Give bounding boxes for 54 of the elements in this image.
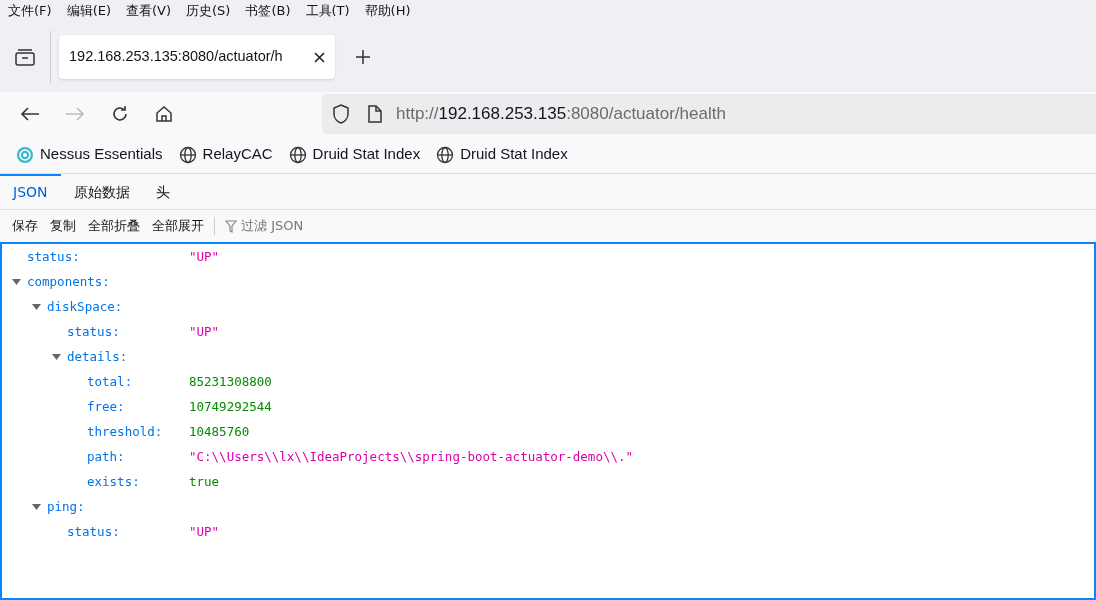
- shield-icon[interactable]: [332, 104, 350, 124]
- back-icon[interactable]: [20, 106, 40, 122]
- json-key: exists:: [87, 473, 140, 492]
- address-bar[interactable]: http://192.168.253.135:8080/actuator/health: [322, 94, 1096, 134]
- json-key: path:: [87, 448, 125, 467]
- menu-item[interactable]: 书签(B): [245, 1, 291, 21]
- bookmark[interactable]: Druid Stat Index: [288, 143, 421, 166]
- scanner-logo-icon: [16, 145, 34, 164]
- globe-icon: [178, 145, 197, 164]
- json-value: "UP": [189, 248, 220, 267]
- json-key: total:: [87, 373, 133, 392]
- json-value: 10749292544: [189, 398, 272, 417]
- menu-item[interactable]: 帮助(H): [364, 1, 411, 21]
- toolbar-button[interactable]: 全部折叠: [82, 216, 146, 236]
- json-value: true: [189, 473, 220, 492]
- json-key: status:: [67, 523, 120, 542]
- close-icon[interactable]: [314, 51, 325, 63]
- browser-tab[interactable]: 192.168.253.135:8080/actuator/h: [59, 35, 335, 79]
- bookmark[interactable]: Druid Stat Index: [436, 143, 568, 166]
- viewer-tab[interactable]: 原始数据: [60, 174, 143, 209]
- menu-item[interactable]: 文件(F): [8, 1, 52, 21]
- viewer-tab[interactable]: 头: [142, 174, 183, 209]
- json-key: ping:: [47, 498, 85, 517]
- json-key: diskSpace:: [47, 298, 123, 317]
- home-icon[interactable]: [154, 104, 174, 124]
- menu-item[interactable]: 编辑(E): [66, 1, 111, 21]
- filter-icon: [225, 219, 237, 233]
- json-key: status:: [27, 248, 80, 267]
- menu-item[interactable]: 查看(V): [126, 1, 172, 21]
- globe-icon: [288, 145, 307, 164]
- json-value: 10485760: [189, 423, 250, 442]
- toolbar-button[interactable]: 全部展开: [146, 216, 210, 236]
- json-value: "UP": [189, 523, 220, 542]
- json-key: status:: [67, 323, 120, 342]
- menu-item[interactable]: 历史(S): [186, 1, 231, 21]
- menu-item[interactable]: 工具(T): [305, 1, 350, 21]
- filter-field[interactable]: 过滤 JSON: [241, 216, 441, 236]
- json-value: "C:\\Users\\lx\\IdeaProjects\\spring-boot-actuator-demo\\.": [189, 448, 633, 467]
- tab-title: 192.168.253.135:8080/actuator/h: [69, 47, 284, 67]
- page-icon: [367, 105, 382, 123]
- json-value: "UP": [189, 323, 220, 342]
- json-value: 85231308800: [189, 373, 272, 392]
- bookmark[interactable]: Nessus Essentials: [16, 143, 163, 166]
- json-key: components:: [27, 273, 110, 292]
- bookmark[interactable]: RelayCAC: [178, 143, 273, 166]
- url-text: http://192.168.253.135:8080/actuator/health: [396, 103, 726, 126]
- new-tab-icon[interactable]: [355, 49, 371, 65]
- json-key: details:: [67, 348, 128, 367]
- json-key: threshold:: [87, 423, 163, 442]
- reload-icon[interactable]: [110, 104, 130, 124]
- json-key: free:: [87, 398, 125, 417]
- toolbar-button[interactable]: 保存: [6, 216, 44, 236]
- globe-icon: [436, 145, 455, 164]
- toolbar-button[interactable]: 复制: [44, 216, 82, 236]
